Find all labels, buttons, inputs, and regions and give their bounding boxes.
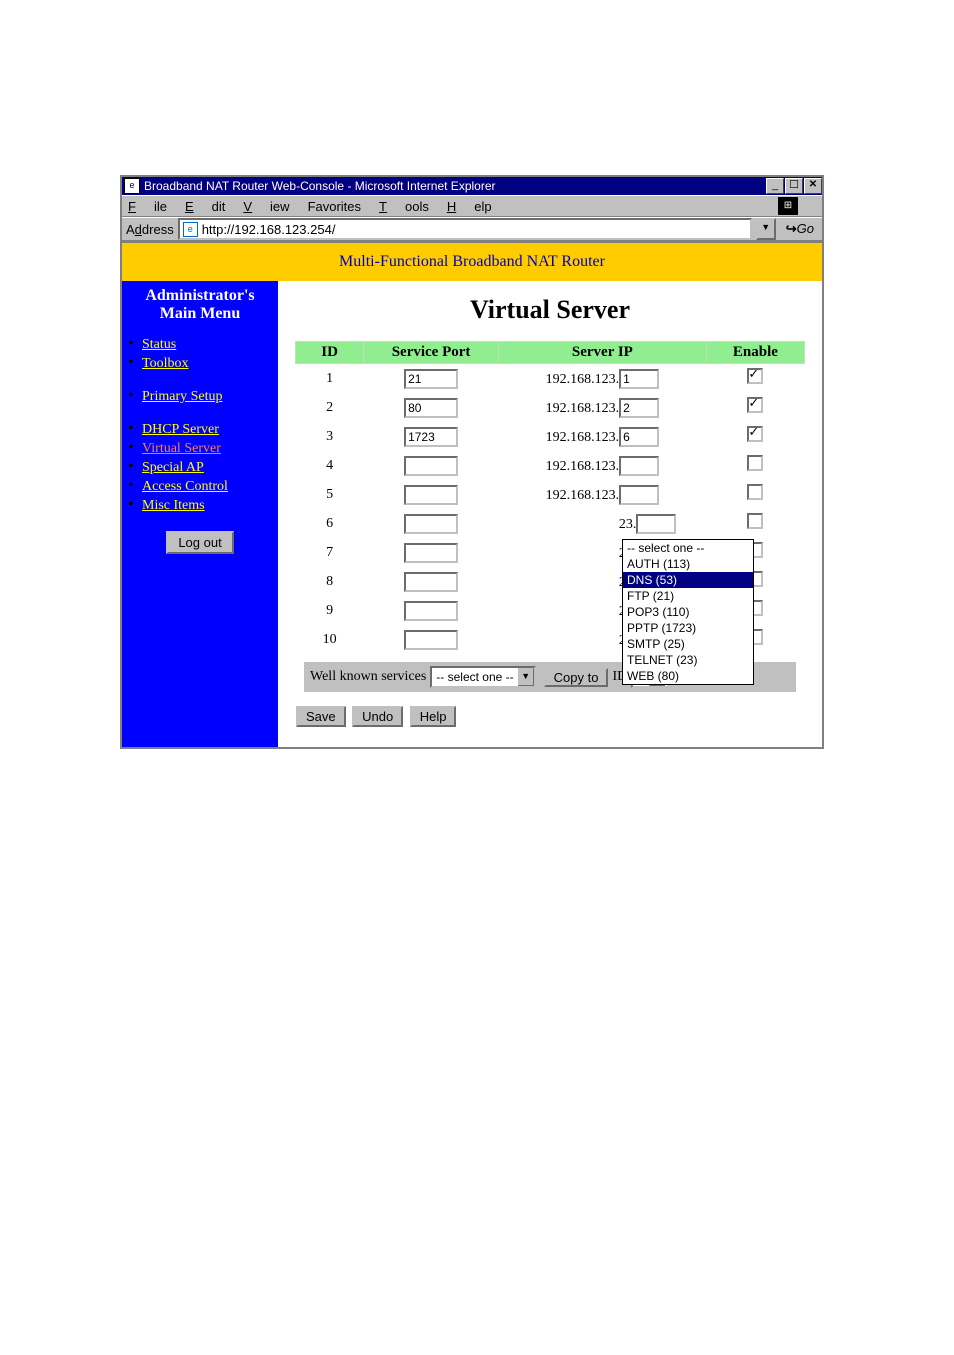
copy-to-button[interactable]: Copy to: [544, 668, 609, 687]
addressbar: Address e http://192.168.123.254/ ▼ ↪Go: [122, 217, 822, 241]
port-input-1[interactable]: [404, 369, 458, 389]
bottom-buttons: Save Undo Help: [296, 706, 822, 727]
port-input-5[interactable]: [404, 485, 458, 505]
save-button[interactable]: Save: [296, 706, 346, 727]
enable-checkbox-4[interactable]: [747, 455, 763, 471]
ip-input-2[interactable]: [619, 398, 659, 418]
sidebar-item-access-control[interactable]: Access Control: [142, 479, 228, 494]
sidebar-item-misc-items[interactable]: Misc Items: [142, 498, 205, 513]
th-ip: Server IP: [498, 342, 706, 364]
enable-checkbox-6[interactable]: [747, 513, 763, 529]
th-enable: Enable: [706, 342, 804, 364]
sidebar-title: Administrator's Main Menu: [122, 281, 278, 335]
port-input-2[interactable]: [404, 398, 458, 418]
close-button[interactable]: ✕: [804, 178, 822, 194]
sidebar-item-primary-setup[interactable]: Primary Setup: [142, 389, 223, 404]
sidebar-item-virtual-server[interactable]: Virtual Server: [142, 441, 221, 456]
wellknown-opt[interactable]: TELNET (23): [623, 652, 753, 668]
enable-checkbox-2[interactable]: [747, 397, 763, 413]
port-input-3[interactable]: [404, 427, 458, 447]
sidebar-item-status[interactable]: Status: [142, 337, 176, 352]
ip-input-5[interactable]: [619, 485, 659, 505]
port-input-7[interactable]: [404, 543, 458, 563]
page-icon: e: [183, 222, 198, 237]
wellknown-opt[interactable]: AUTH (113): [623, 556, 753, 572]
table-row: 4 192.168.123.: [296, 451, 805, 480]
minimize-button[interactable]: _: [766, 178, 784, 194]
titlebar: e Broadband NAT Router Web-Console - Mic…: [122, 177, 822, 195]
ip-input-1[interactable]: [619, 369, 659, 389]
logout-button[interactable]: Log out: [166, 531, 233, 554]
go-button[interactable]: ↪Go: [782, 221, 818, 237]
wellknown-opt[interactable]: -- select one --: [623, 540, 753, 556]
sidebar: Administrator's Main Menu Status Toolbox…: [122, 281, 278, 747]
table-row: 3 192.168.123.: [296, 422, 805, 451]
th-id: ID: [296, 342, 364, 364]
wellknown-label: Well known services: [310, 669, 426, 685]
th-port: Service Port: [364, 342, 499, 364]
menu-tools[interactable]: Tools: [379, 199, 429, 214]
wellknown-opt-selected[interactable]: DNS (53): [623, 572, 753, 588]
address-dropdown[interactable]: ▼: [756, 218, 776, 240]
menu-edit[interactable]: Edit: [185, 199, 225, 214]
sidebar-item-dhcp-server[interactable]: DHCP Server: [142, 422, 219, 437]
chevron-down-icon: ▼: [518, 668, 534, 686]
table-row: 5 192.168.123.: [296, 480, 805, 509]
menu-favorites[interactable]: Favorites: [308, 199, 361, 214]
browser-window: e Broadband NAT Router Web-Console - Mic…: [120, 175, 824, 749]
address-input[interactable]: e http://192.168.123.254/: [178, 218, 752, 240]
enable-checkbox-3[interactable]: [747, 426, 763, 442]
port-input-4[interactable]: [404, 456, 458, 476]
wellknown-opt[interactable]: WEB (80): [623, 668, 753, 684]
page-title: Virtual Server: [278, 295, 822, 325]
address-url: http://192.168.123.254/: [202, 222, 336, 237]
menu-file[interactable]: File: [128, 199, 167, 214]
sidebar-item-special-ap[interactable]: Special AP: [142, 460, 204, 475]
ip-input-4[interactable]: [619, 456, 659, 476]
table-row: 2 192.168.123.: [296, 393, 805, 422]
enable-checkbox-1[interactable]: [747, 368, 763, 384]
page-content: Multi-Functional Broadband NAT Router Ad…: [122, 241, 822, 747]
wellknown-opt[interactable]: SMTP (25): [623, 636, 753, 652]
ie-logo-icon: ⊞: [778, 197, 798, 215]
enable-checkbox-5[interactable]: [747, 484, 763, 500]
table-row: 6 23.: [296, 509, 805, 538]
wellknown-opt[interactable]: PPTP (1723): [623, 620, 753, 636]
window-title: Broadband NAT Router Web-Console - Micro…: [144, 179, 496, 193]
main-area: Virtual Server ID Service Port Server IP…: [278, 281, 822, 747]
ip-input-6[interactable]: [636, 514, 676, 534]
address-label: Address: [126, 222, 174, 237]
sidebar-item-toolbox[interactable]: Toolbox: [142, 356, 188, 371]
port-input-10[interactable]: [404, 630, 458, 650]
wellknown-opt[interactable]: POP3 (110): [623, 604, 753, 620]
help-button[interactable]: Help: [410, 706, 457, 727]
wellknown-opt[interactable]: FTP (21): [623, 588, 753, 604]
banner: Multi-Functional Broadband NAT Router: [122, 243, 822, 281]
wellknown-select[interactable]: -- select one -- ▼: [430, 666, 535, 688]
wellknown-dropdown-open[interactable]: -- select one -- AUTH (113) DNS (53) FTP…: [622, 539, 754, 685]
port-input-9[interactable]: [404, 601, 458, 621]
undo-button[interactable]: Undo: [352, 706, 403, 727]
ie-icon: e: [124, 178, 140, 194]
menu-view[interactable]: View: [243, 199, 289, 214]
port-input-8[interactable]: [404, 572, 458, 592]
table-row: 1 192.168.123.: [296, 364, 805, 394]
menubar: File Edit View Favorites Tools Help ⊞: [122, 195, 822, 217]
ip-input-3[interactable]: [619, 427, 659, 447]
port-input-6[interactable]: [404, 514, 458, 534]
maximize-button[interactable]: ☐: [785, 178, 803, 194]
menu-help[interactable]: Help: [447, 199, 492, 214]
